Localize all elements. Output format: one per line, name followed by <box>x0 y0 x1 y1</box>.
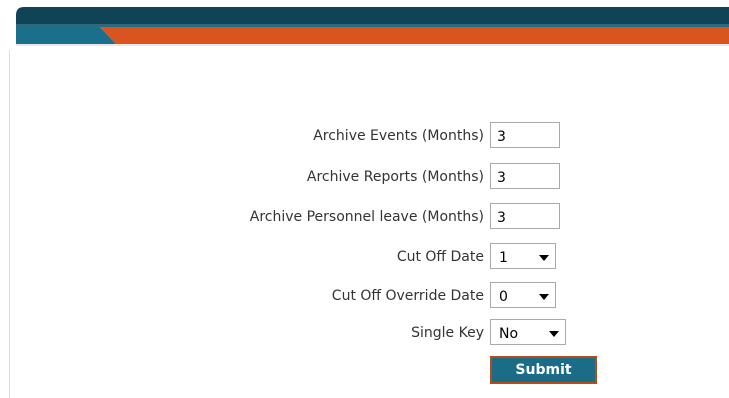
archive-reports-input[interactable] <box>490 163 560 189</box>
single-key-select[interactable]: No <box>490 319 566 345</box>
cut-off-date-row: Cut Off Date 1 <box>0 243 729 273</box>
archive-reports-label: Archive Reports (Months) <box>306 169 484 185</box>
chevron-down-icon <box>539 294 549 300</box>
archive-personnel-leave-input[interactable] <box>490 203 560 229</box>
single-key-label: Single Key <box>411 325 484 341</box>
cut-off-override-date-value: 0 <box>499 289 508 305</box>
cut-off-date-select[interactable]: 1 <box>490 243 556 269</box>
chevron-down-icon <box>549 331 559 337</box>
chevron-down-icon <box>539 255 549 261</box>
archive-reports-row: Archive Reports (Months) <box>0 163 729 193</box>
settings-page: Archive Events (Months) Archive Reports … <box>0 0 729 398</box>
cut-off-override-date-label: Cut Off Override Date <box>331 288 484 304</box>
archive-events-label: Archive Events (Months) <box>313 128 484 144</box>
header-banner <box>16 7 729 46</box>
archive-events-row: Archive Events (Months) <box>0 122 729 152</box>
archive-events-input[interactable] <box>490 122 560 148</box>
archive-personnel-leave-row: Archive Personnel leave (Months) <box>0 203 729 233</box>
cut-off-override-date-row: Cut Off Override Date 0 <box>0 282 729 312</box>
submit-button[interactable]: Submit <box>490 356 597 384</box>
archive-personnel-leave-label: Archive Personnel leave (Months) <box>249 209 484 225</box>
cut-off-date-value: 1 <box>499 250 508 266</box>
cut-off-override-date-select[interactable]: 0 <box>490 282 556 308</box>
cut-off-date-label: Cut Off Date <box>396 249 484 265</box>
single-key-row: Single Key No <box>0 319 729 349</box>
single-key-value: No <box>499 326 519 342</box>
